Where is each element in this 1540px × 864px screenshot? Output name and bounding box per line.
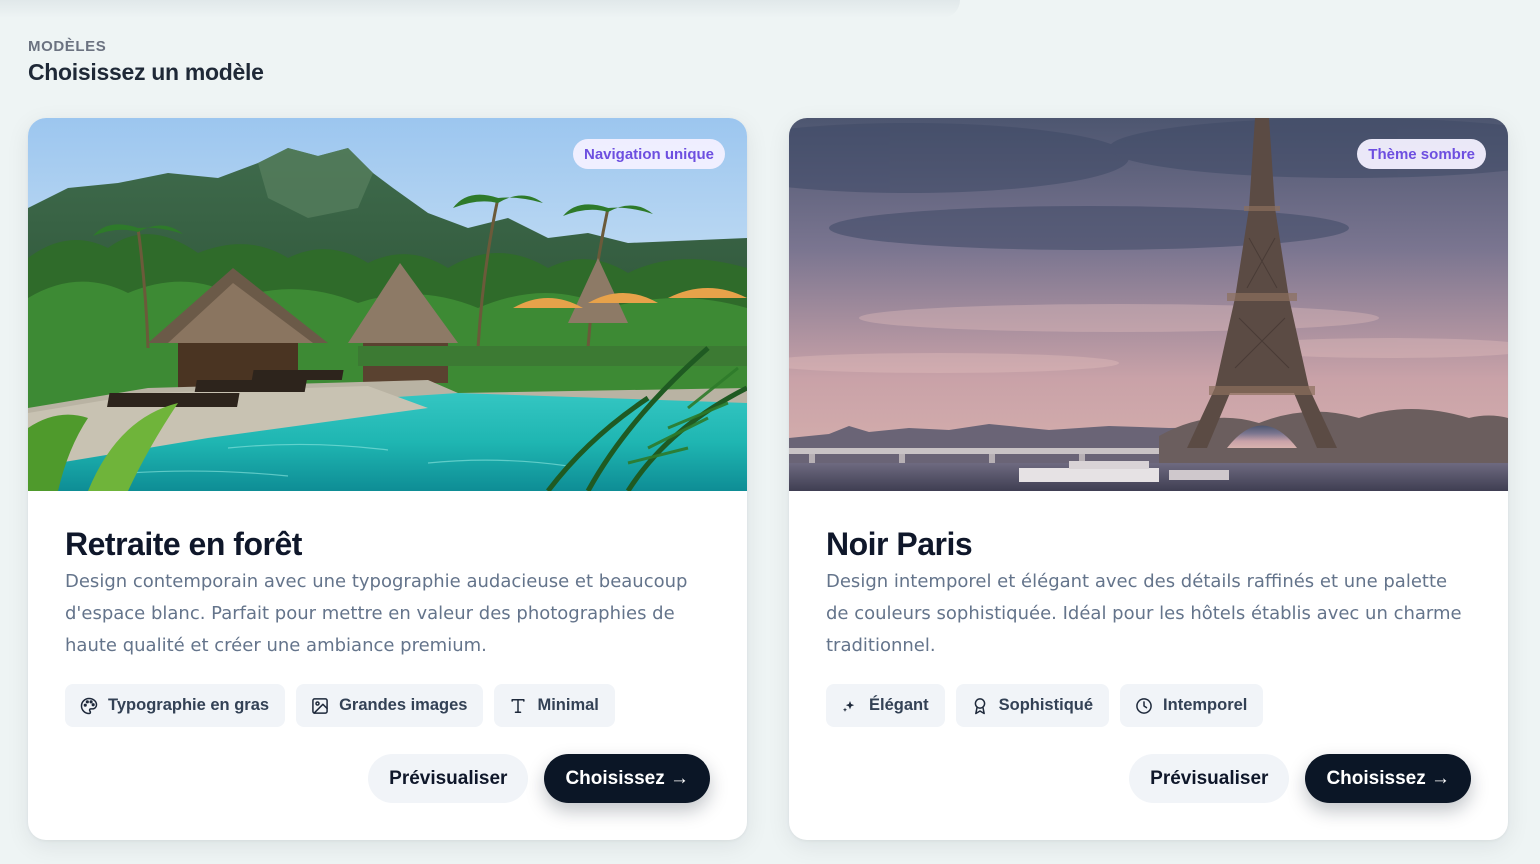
template-preview-image: Navigation unique: [28, 118, 747, 491]
feature-tags: Typographie en gras Grandes images Minim…: [65, 684, 615, 727]
tag-intemporel: Intemporel: [1120, 684, 1264, 727]
tag-sophistique: Sophistiqué: [955, 684, 1110, 727]
tag-label: Grandes images: [339, 696, 468, 714]
feature-badge: Navigation unique: [572, 139, 725, 169]
tag-label: Élégant: [869, 696, 929, 714]
template-card-noir-paris[interactable]: Thème sombre Noir Paris Design intempore…: [789, 118, 1508, 840]
award-icon: [974, 697, 985, 714]
section-header: MODÈLES Choisissez un modèle: [28, 38, 264, 86]
tag-label: Typographie en gras: [108, 696, 270, 714]
template-preview-image: Thème sombre: [789, 118, 1508, 491]
text-type-icon: [511, 698, 526, 713]
template-card-retraite[interactable]: Navigation unique Retraite en forêt Desi…: [28, 118, 747, 840]
feature-tags: Élégant Sophistiqué Intemporel: [826, 684, 1264, 727]
top-bar-shadow: [0, 0, 960, 18]
card-actions: Prévisualiser Choisissez →: [1129, 754, 1471, 803]
image-icon: [312, 697, 328, 714]
card-actions: Prévisualiser Choisissez →: [368, 754, 710, 803]
tag-typographie: Typographie en gras: [65, 684, 286, 727]
section-eyebrow: MODÈLES: [28, 38, 107, 55]
preview-button[interactable]: Prévisualiser: [368, 754, 529, 803]
tag-elegant: Élégant: [826, 684, 945, 727]
feature-badge: Thème sombre: [1357, 139, 1486, 169]
template-description: Design contemporain avec une typographie…: [65, 571, 688, 656]
tag-minimal: Minimal: [494, 684, 615, 727]
page-title: Choisissez un modèle: [28, 59, 264, 85]
tag-grandes-images: Grandes images: [296, 684, 484, 727]
template-description: Design intemporel et élégant avec des dé…: [826, 571, 1462, 656]
tag-label: Minimal: [537, 696, 599, 714]
tag-label: Intemporel: [1163, 696, 1248, 714]
tag-label: Sophistiqué: [998, 696, 1094, 714]
choose-button[interactable]: Choisissez →: [1305, 754, 1471, 803]
preview-button[interactable]: Prévisualiser: [1129, 754, 1290, 803]
choose-button[interactable]: Choisissez →: [544, 754, 710, 803]
template-card-body: Noir Paris Design intemporel et élégant …: [826, 526, 1471, 662]
clock-icon: [1136, 697, 1152, 714]
sparkles-icon: [842, 700, 855, 712]
template-title: Retraite en forêt: [65, 526, 302, 562]
template-card-body: Retraite en forêt Design contemporain av…: [65, 526, 710, 662]
template-title: Noir Paris: [826, 526, 973, 562]
palette-icon: [80, 697, 98, 714]
